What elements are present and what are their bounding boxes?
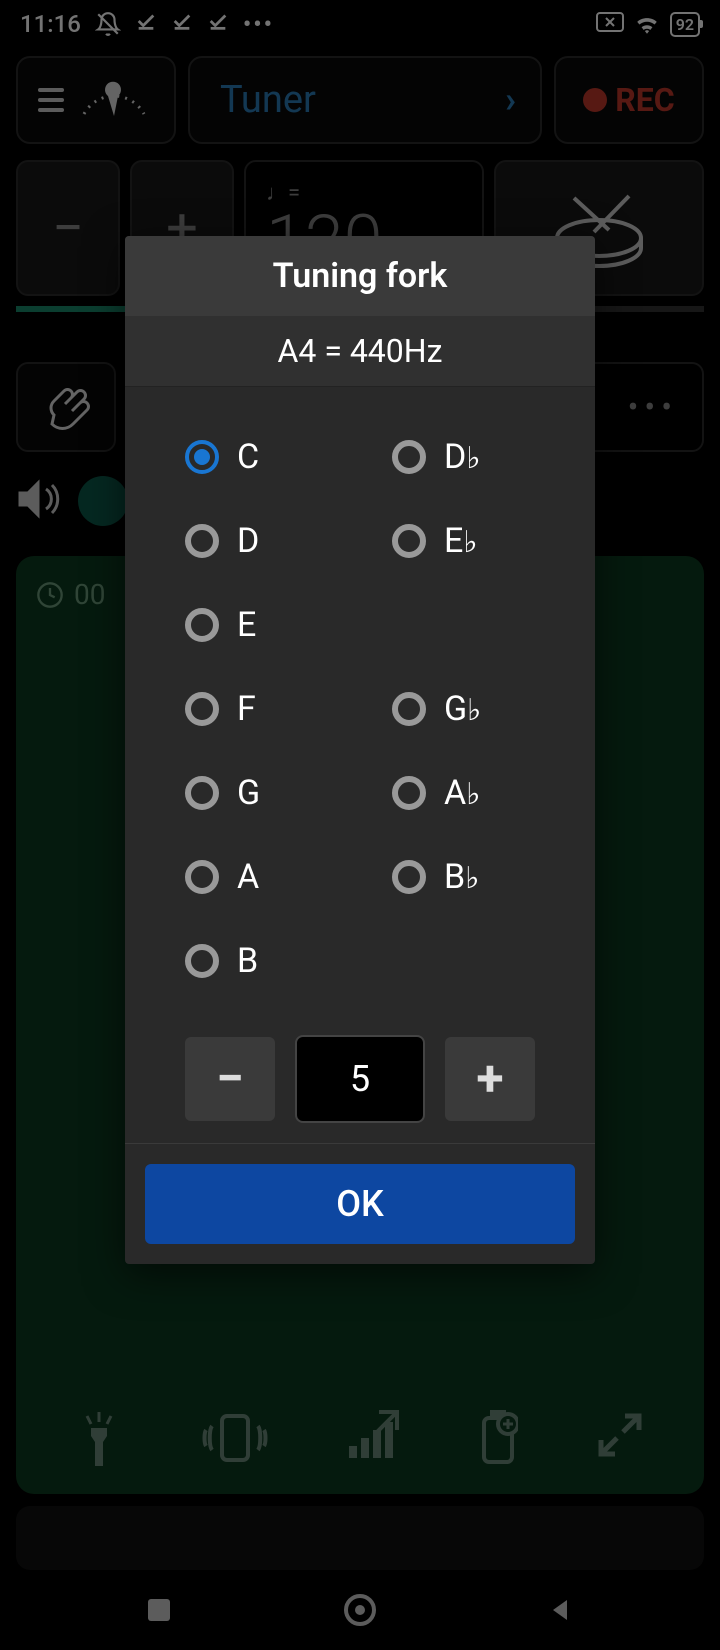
octave-increment-button[interactable]: + (445, 1037, 535, 1121)
radio-icon (185, 608, 219, 642)
octave-value[interactable]: 5 (295, 1035, 425, 1123)
note-radio-D[interactable]: D (185, 521, 362, 561)
radio-label: B (237, 941, 258, 981)
octave-decrement-button[interactable]: − (185, 1037, 275, 1121)
radio-icon (185, 944, 219, 978)
dialog-subtitle: A4 = 440Hz (125, 316, 595, 387)
radio-icon (185, 692, 219, 726)
radio-label: G (237, 773, 260, 813)
radio-label: A (237, 857, 259, 897)
note-radio-B[interactable]: B (185, 941, 362, 981)
note-radio-Eflat[interactable]: E♭ (392, 521, 569, 561)
tuning-fork-dialog: Tuning fork A4 = 440Hz CDEFGAB D♭E♭XG♭A♭… (125, 236, 595, 1264)
radio-icon (185, 776, 219, 810)
radio-icon (392, 776, 426, 810)
radio-label: E♭ (444, 521, 477, 561)
radio-label: B♭ (444, 857, 479, 897)
radio-icon (185, 524, 219, 558)
note-radio-Aflat[interactable]: A♭ (392, 773, 569, 813)
radio-icon (392, 524, 426, 558)
note-radio-F[interactable]: F (185, 689, 362, 729)
radio-label: G♭ (444, 689, 481, 729)
dialog-title: Tuning fork (125, 236, 595, 316)
radio-icon (392, 440, 426, 474)
radio-label: F (237, 689, 256, 729)
radio-icon (185, 860, 219, 894)
note-radio-E[interactable]: E (185, 605, 362, 645)
note-radio-Bflat[interactable]: B♭ (392, 857, 569, 897)
ok-button[interactable]: OK (145, 1164, 575, 1244)
note-radio-Gflat[interactable]: G♭ (392, 689, 569, 729)
note-radio-C[interactable]: C (185, 437, 362, 477)
radio-icon (185, 440, 219, 474)
note-radio-G[interactable]: G (185, 773, 362, 813)
radio-label: A♭ (444, 773, 480, 813)
radio-icon (392, 860, 426, 894)
radio-label: D♭ (444, 437, 480, 477)
radio-icon (392, 692, 426, 726)
radio-label: C (237, 437, 259, 477)
radio-label: D (237, 521, 259, 561)
radio-label: E (237, 605, 256, 645)
note-radio-A[interactable]: A (185, 857, 362, 897)
note-radio-Dflat[interactable]: D♭ (392, 437, 569, 477)
